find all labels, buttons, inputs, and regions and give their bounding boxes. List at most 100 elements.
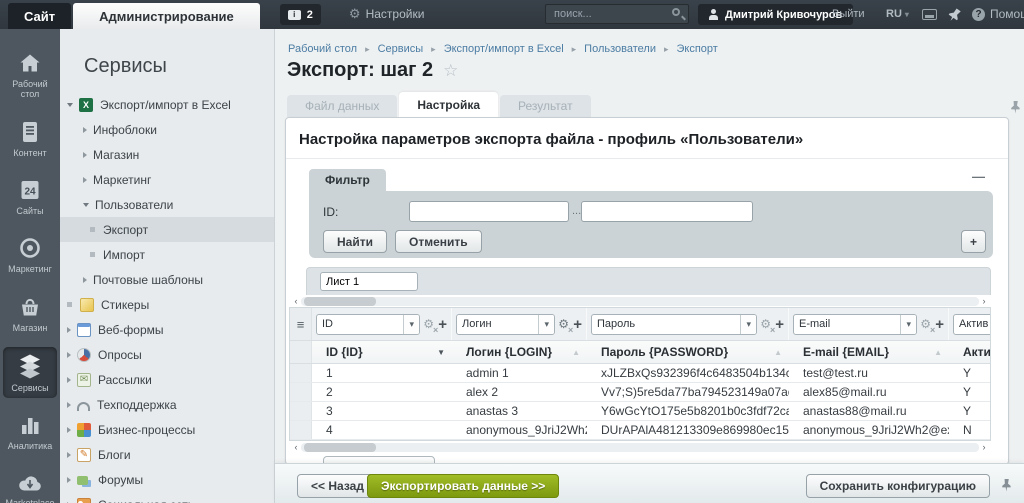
home-icon <box>20 54 40 72</box>
sidebar-item-export[interactable]: Экспорт <box>60 217 274 242</box>
sidebar-item-polls[interactable]: Опросы <box>60 342 274 367</box>
cancel-button[interactable]: Отменить <box>395 230 482 253</box>
site-tab[interactable]: Сайт <box>8 3 72 29</box>
sidebar-item-users[interactable]: Пользователи <box>60 192 274 217</box>
sidebar-item-stickers[interactable]: Стикеры <box>60 292 274 317</box>
rail-item-sites[interactable]: 24 Сайты <box>3 172 57 221</box>
sidebar-item-import[interactable]: Импорт <box>60 242 274 267</box>
sidebar-item-forums[interactable]: Форумы <box>60 467 274 492</box>
table-row[interactable]: 1 admin 1 xJLZBxQs932396f4c6483504b134cc… <box>290 364 990 383</box>
scroll-thumb[interactable] <box>304 442 376 452</box>
column-select[interactable]: Логин <box>456 313 556 335</box>
help-button[interactable]: ? Помощь <box>972 7 1024 21</box>
add-column-icon[interactable]: + <box>573 317 582 332</box>
sidebar-item-web-forms[interactable]: Веб-формы <box>60 317 274 342</box>
collapse-button[interactable]: — <box>972 169 985 184</box>
row-select-cell[interactable] <box>290 402 312 420</box>
column-settings-icon[interactable] <box>423 315 438 335</box>
scroll-left-arrow[interactable] <box>291 442 301 452</box>
sort-asc-icon[interactable]: ▲ <box>774 348 782 357</box>
scroll-right-arrow[interactable] <box>979 442 989 452</box>
admin-tab[interactable]: Администрирование <box>73 3 260 29</box>
search-input[interactable] <box>545 4 689 24</box>
table-row[interactable]: 2 alex 2 Vv7;S)5re5da77ba794523149a07adc… <box>290 383 990 402</box>
column-settings-icon[interactable] <box>558 315 573 335</box>
rail-item-marketing[interactable]: Маркетинг <box>3 230 57 279</box>
filter-tab[interactable]: Фильтр <box>309 169 386 191</box>
sort-desc-icon[interactable]: ▼ <box>437 348 445 357</box>
scroll-right-arrow[interactable] <box>979 296 989 306</box>
scroll-thumb[interactable] <box>304 296 376 306</box>
breadcrumb-link[interactable]: Сервисы <box>378 43 444 55</box>
settings-label: Настройки <box>365 7 425 21</box>
id-to-input[interactable] <box>581 201 753 222</box>
column-header[interactable]: Актив <box>949 341 990 363</box>
rail-item-desktop[interactable]: Рабочий стол <box>3 45 57 105</box>
column-settings-icon[interactable] <box>760 315 775 335</box>
sidebar-item-mail-templates[interactable]: Почтовые шаблоны <box>60 267 274 292</box>
column-settings-icon[interactable] <box>920 315 935 335</box>
svg-text:24: 24 <box>24 187 36 198</box>
desktop-icon[interactable] <box>922 9 937 20</box>
column-header[interactable]: Логин {LOGIN} ▲ <box>452 341 587 363</box>
row-select-cell[interactable] <box>290 421 312 439</box>
filter-panel: Фильтр — ID: ... Найти Отменить + <box>309 169 993 258</box>
save-config-button[interactable]: Сохранить конфигурацию <box>805 474 990 498</box>
add-column-icon[interactable]: + <box>438 317 447 332</box>
scroll-track[interactable] <box>301 442 979 452</box>
notifications-button[interactable]: i 2 <box>279 4 321 25</box>
table-row[interactable]: 4 anonymous_9JriJ2Wh2 4 DUrAPAlA48121330… <box>290 421 990 440</box>
sidebar-item-mailings[interactable]: Рассылки <box>60 367 274 392</box>
pin-icon[interactable] <box>999 478 1012 492</box>
pin-icon[interactable] <box>947 7 961 22</box>
sidebar-item-support[interactable]: Техподдержка <box>60 392 274 417</box>
id-from-input[interactable] <box>409 201 569 222</box>
breadcrumb-link[interactable]: Пользователи <box>584 43 676 55</box>
row-select-cell[interactable] <box>290 383 312 401</box>
table-row[interactable]: 3 anastas 3 Y6wGcYtO175e5b8201b0c3fdf72c… <box>290 402 990 421</box>
user-button[interactable]: Дмитрий Кривочуров <box>698 4 854 25</box>
section-heading: Настройка параметров экспорта файла - пр… <box>299 131 804 148</box>
sidebar-item-blogs[interactable]: Блоги <box>60 442 274 467</box>
column-header[interactable]: ID {ID} ▼ <box>312 341 452 363</box>
tab-settings[interactable]: Настройка <box>399 92 498 117</box>
column-header[interactable]: E-mail {EMAIL} ▲ <box>789 341 949 363</box>
sort-asc-icon[interactable]: ▲ <box>934 348 942 357</box>
rail-item-shop[interactable]: Магазин <box>3 289 57 338</box>
breadcrumb-link[interactable]: Рабочий стол <box>288 43 378 55</box>
row-menu-icon[interactable] <box>297 317 305 332</box>
column-select[interactable]: ID <box>316 313 421 335</box>
favorite-star-icon[interactable] <box>433 59 458 82</box>
rail-item-marketplace[interactable]: Marketplace <box>3 466 57 503</box>
rail-item-analytics[interactable]: Аналитика <box>3 407 57 456</box>
column-select[interactable]: Пароль <box>591 313 758 335</box>
column-select[interactable]: Актив <box>953 313 990 335</box>
sidebar-item-marketing[interactable]: Маркетинг <box>60 167 274 192</box>
scroll-track[interactable] <box>301 296 979 306</box>
sidebar-item-business-processes[interactable]: Бизнес-процессы <box>60 417 274 442</box>
pin-icon[interactable] <box>1008 100 1021 119</box>
language-selector[interactable]: RU <box>886 8 909 20</box>
add-column-icon[interactable]: + <box>775 317 784 332</box>
rail-item-services[interactable]: Сервисы <box>3 347 57 399</box>
find-button[interactable]: Найти <box>323 230 387 253</box>
sort-asc-icon[interactable]: ▲ <box>572 348 580 357</box>
back-button[interactable]: << Назад <box>297 474 378 498</box>
breadcrumb-link[interactable]: Экспорт/импорт в Excel <box>444 43 584 55</box>
logout-link[interactable]: Выйти <box>832 8 865 20</box>
add-column-icon[interactable]: + <box>935 317 944 332</box>
add-filter-button[interactable]: + <box>961 230 986 253</box>
sidebar-item-excel-export[interactable]: X Экспорт/импорт в Excel <box>60 92 274 117</box>
settings-button[interactable]: Настройки <box>349 6 425 22</box>
rail-item-content[interactable]: Контент <box>3 114 57 163</box>
column-header[interactable]: Пароль {PASSWORD} ▲ <box>587 341 789 363</box>
sheet-name-input[interactable] <box>320 272 418 291</box>
sidebar-item-social-network[interactable]: Социальная сеть <box>60 492 274 503</box>
column-select[interactable]: E-mail <box>793 313 918 335</box>
scroll-left-arrow[interactable] <box>291 296 301 306</box>
sidebar-item-shop[interactable]: Магазин <box>60 142 274 167</box>
breadcrumb-link[interactable]: Экспорт <box>677 43 718 55</box>
export-button[interactable]: Экспортировать данные >> <box>367 474 560 498</box>
row-select-cell[interactable] <box>290 364 312 382</box>
sidebar-item-infoblocks[interactable]: Инфоблоки <box>60 117 274 142</box>
